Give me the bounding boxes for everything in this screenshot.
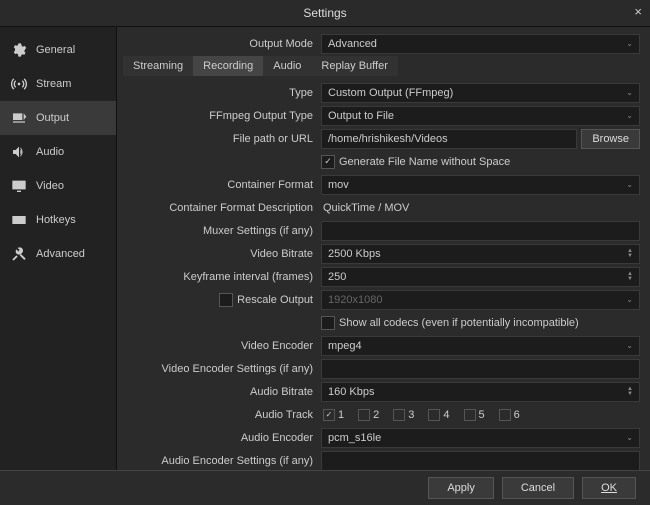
audio-track-6[interactable]: 6 [499, 409, 520, 421]
audio-track-4[interactable]: 4 [428, 409, 449, 421]
output-icon [10, 109, 28, 127]
broadcast-icon [10, 75, 28, 93]
show-all-codecs-checkbox[interactable]: Show all codecs (even if potentially inc… [321, 316, 579, 330]
filepath-label: File path or URL [123, 133, 321, 145]
keyframe-label: Keyframe interval (frames) [123, 271, 321, 283]
sidebar-item-audio[interactable]: Audio [0, 135, 116, 169]
checkmark-icon: ✓ [321, 155, 335, 169]
ffmpeg-type-label: FFmpeg Output Type [123, 110, 321, 122]
sidebar-item-label: Audio [36, 146, 64, 158]
container-format-select[interactable]: mov⌄ [321, 175, 640, 195]
rescale-checkbox[interactable] [219, 293, 233, 307]
audio-track-group: ✓1 2 3 4 5 6 [321, 409, 520, 421]
muxer-settings-label: Muxer Settings (if any) [123, 225, 321, 237]
tools-icon [10, 245, 28, 263]
sidebar-item-hotkeys[interactable]: Hotkeys [0, 203, 116, 237]
container-format-label: Container Format [123, 179, 321, 191]
sidebar-item-label: Hotkeys [36, 214, 76, 226]
ok-button[interactable]: OK [582, 477, 636, 499]
muxer-settings-input[interactable] [321, 221, 640, 241]
chevron-down-icon: ⌄ [626, 35, 633, 53]
ffmpeg-type-select[interactable]: Output to File⌄ [321, 106, 640, 126]
audio-enc-settings-label: Audio Encoder Settings (if any) [123, 455, 321, 467]
container-desc-value: QuickTime / MOV [321, 202, 409, 214]
video-encoder-label: Video Encoder [123, 340, 321, 352]
sidebar-item-stream[interactable]: Stream [0, 67, 116, 101]
audio-bitrate-label: Audio Bitrate [123, 386, 321, 398]
content-panel: Output Mode Advanced⌄ Streaming Recordin… [117, 27, 650, 470]
chevron-down-icon: ⌄ [626, 176, 633, 194]
tab-replay-buffer[interactable]: Replay Buffer [311, 56, 397, 76]
chevron-down-icon: ⌄ [626, 429, 633, 447]
video-enc-settings-label: Video Encoder Settings (if any) [123, 363, 321, 375]
dialog-footer: Apply Cancel OK [0, 470, 650, 505]
audio-enc-settings-input[interactable] [321, 451, 640, 471]
video-bitrate-label: Video Bitrate [123, 248, 321, 260]
sidebar-item-output[interactable]: Output [0, 101, 116, 135]
audio-track-1[interactable]: ✓1 [323, 409, 344, 421]
output-mode-label: Output Mode [123, 38, 321, 50]
output-mode-select[interactable]: Advanced⌄ [321, 34, 640, 54]
tab-audio[interactable]: Audio [263, 56, 311, 76]
browse-button[interactable]: Browse [581, 129, 640, 149]
audio-encoder-select[interactable]: pcm_s16le⌄ [321, 428, 640, 448]
audio-encoder-label: Audio Encoder [123, 432, 321, 444]
chevron-down-icon: ⌄ [626, 84, 633, 102]
cancel-button[interactable]: Cancel [502, 477, 574, 499]
rescale-label: Rescale Output [123, 293, 321, 307]
apply-button[interactable]: Apply [428, 477, 494, 499]
monitor-icon [10, 177, 28, 195]
keyboard-icon [10, 211, 28, 229]
video-encoder-select[interactable]: mpeg4⌄ [321, 336, 640, 356]
audio-bitrate-spinbox[interactable]: 160 Kbps▲▼ [321, 382, 640, 402]
sidebar-item-label: General [36, 44, 75, 56]
titlebar: Settings × [0, 0, 650, 27]
sidebar-item-general[interactable]: General [0, 33, 116, 67]
chevron-down-icon: ⌄ [626, 337, 633, 355]
sidebar-item-advanced[interactable]: Advanced [0, 237, 116, 271]
sidebar: General Stream Output Audio Video Hotkey… [0, 27, 117, 470]
close-icon[interactable]: × [634, 4, 642, 19]
spinner-arrows-icon: ▲▼ [627, 387, 633, 397]
gen-filename-checkbox[interactable]: ✓Generate File Name without Space [321, 155, 510, 169]
audio-track-3[interactable]: 3 [393, 409, 414, 421]
output-tabs: Streaming Recording Audio Replay Buffer [123, 56, 398, 76]
container-desc-label: Container Format Description [123, 202, 321, 214]
sidebar-item-label: Advanced [36, 248, 85, 260]
audio-track-5[interactable]: 5 [464, 409, 485, 421]
sidebar-item-label: Output [36, 112, 69, 124]
chevron-down-icon: ⌄ [626, 291, 633, 309]
spinner-arrows-icon: ▲▼ [627, 249, 633, 259]
keyframe-spinbox[interactable]: 250▲▼ [321, 267, 640, 287]
type-select[interactable]: Custom Output (FFmpeg)⌄ [321, 83, 640, 103]
filepath-input[interactable]: /home/hrishikesh/Videos [321, 129, 577, 149]
sidebar-item-label: Stream [36, 78, 71, 90]
rescale-select[interactable]: 1920x1080⌄ [321, 290, 640, 310]
speaker-icon [10, 143, 28, 161]
sidebar-item-label: Video [36, 180, 64, 192]
checkmark-icon: ✓ [323, 409, 335, 421]
gear-icon [10, 41, 28, 59]
spinner-arrows-icon: ▲▼ [627, 272, 633, 282]
video-enc-settings-input[interactable] [321, 359, 640, 379]
sidebar-item-video[interactable]: Video [0, 169, 116, 203]
video-bitrate-spinbox[interactable]: 2500 Kbps▲▼ [321, 244, 640, 264]
tab-recording[interactable]: Recording [193, 56, 263, 76]
main-area: General Stream Output Audio Video Hotkey… [0, 27, 650, 470]
chevron-down-icon: ⌄ [626, 107, 633, 125]
window-title: Settings [303, 6, 346, 20]
audio-track-label: Audio Track [123, 409, 321, 421]
type-label: Type [123, 87, 321, 99]
tab-streaming[interactable]: Streaming [123, 56, 193, 76]
audio-track-2[interactable]: 2 [358, 409, 379, 421]
